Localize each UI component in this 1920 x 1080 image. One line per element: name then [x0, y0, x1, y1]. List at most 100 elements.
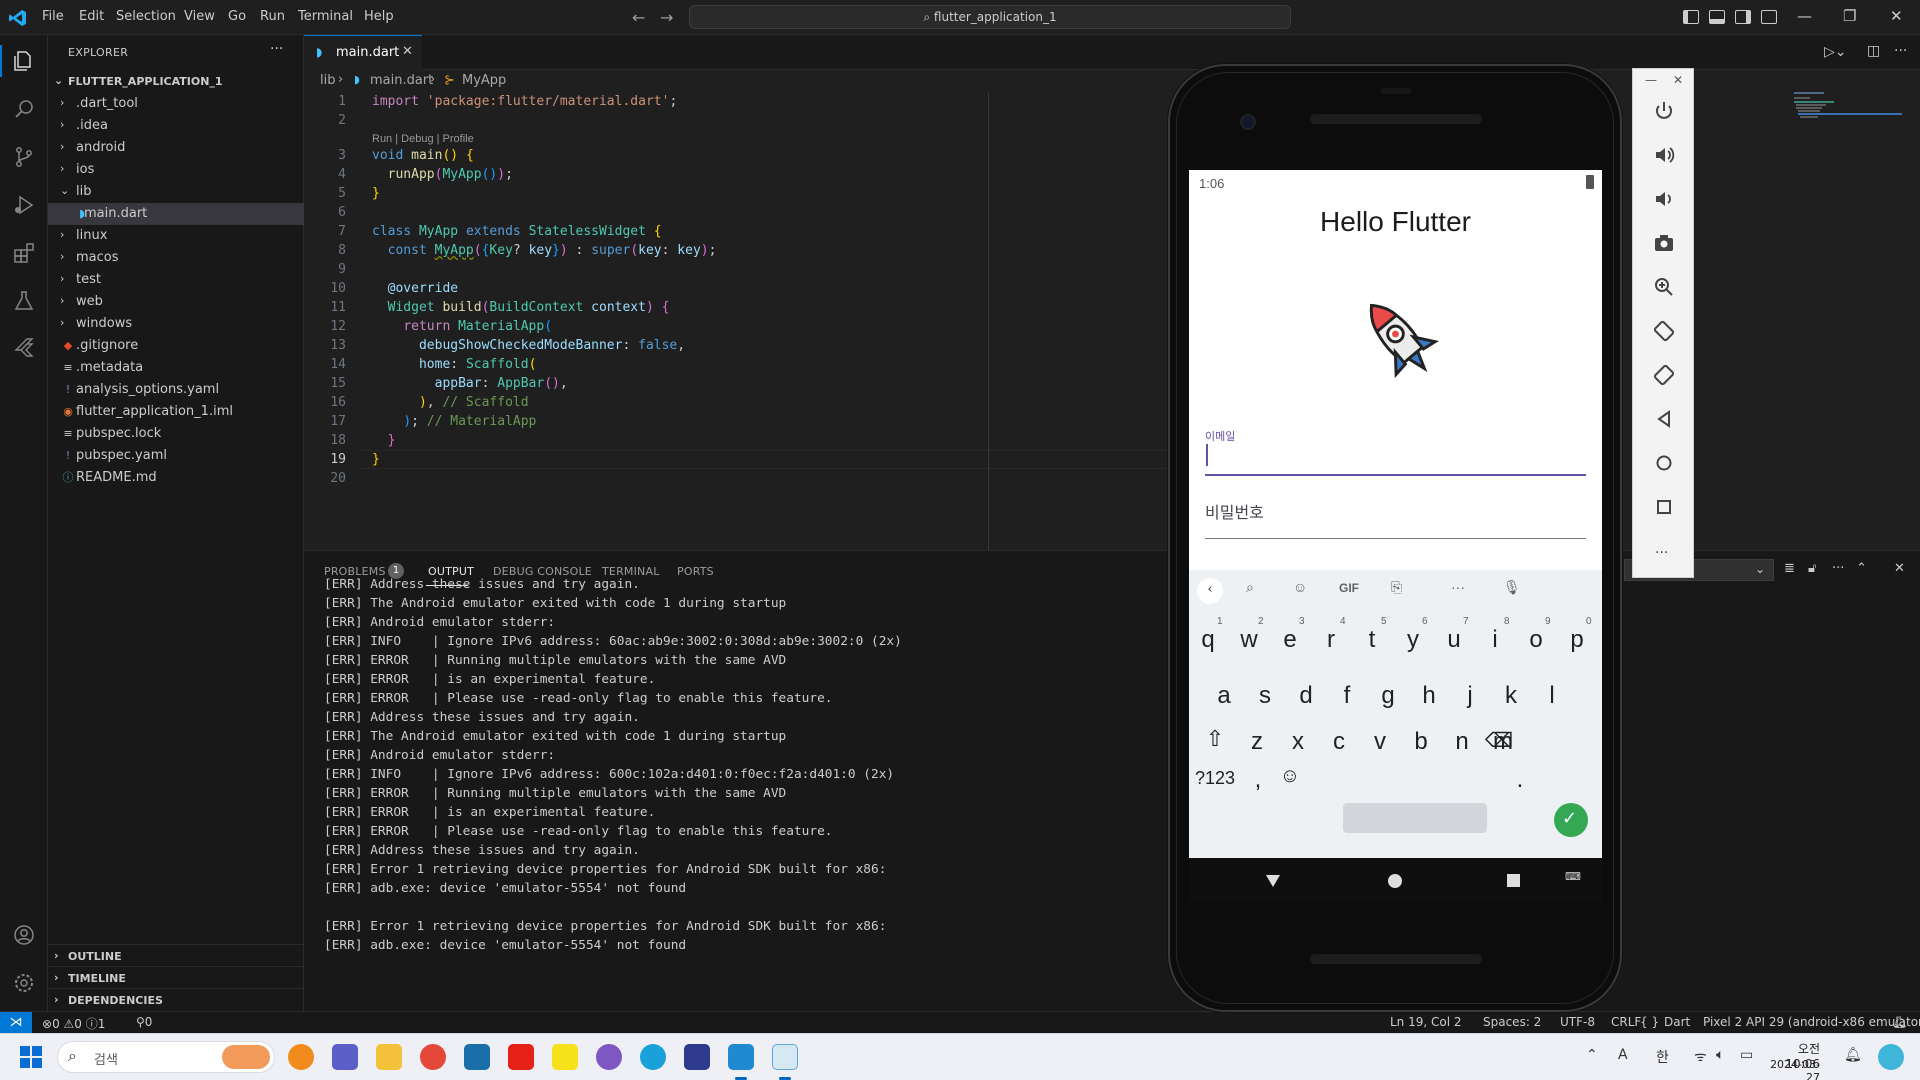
remote-window-button[interactable]: ⋊	[0, 1012, 32, 1034]
output-log[interactable]: [ERR] Address these issues and try again…	[324, 575, 902, 955]
problems-status[interactable]: ⊗0 ⚠0 ⓘ1	[42, 1015, 105, 1032]
file-explorer-icon[interactable]	[376, 1044, 402, 1070]
search-icon[interactable]	[12, 97, 36, 121]
rotate-right-icon[interactable]	[1652, 363, 1676, 387]
comma-key[interactable]: ,	[1243, 766, 1273, 794]
ports-status[interactable]: ⚲0	[136, 1015, 152, 1029]
run-and-debug-icon[interactable]	[12, 193, 36, 217]
sidebar-item-metadata[interactable]: ≡ .metadata	[48, 357, 304, 379]
clock-date[interactable]: 2024-03-27	[1760, 1058, 1820, 1080]
forward-arrow-icon[interactable]: →	[660, 8, 673, 27]
chrome-icon[interactable]	[420, 1044, 446, 1070]
more-actions-icon[interactable]: ···	[270, 41, 283, 57]
sticker-icon[interactable]: ☺	[1293, 579, 1307, 595]
toggle-primary-sidebar-icon[interactable]	[1683, 10, 1699, 24]
breadcrumb-lib[interactable]: lib	[320, 73, 335, 88]
ime-font-indicator[interactable]: A	[1618, 1047, 1628, 1063]
taskbar-search[interactable]: ⌕ 검색	[57, 1041, 275, 1073]
line-ending[interactable]: CRLF	[1611, 1015, 1641, 1029]
emulator-close-icon[interactable]: ✕	[1673, 73, 1683, 87]
panel-more-actions-icon[interactable]: ···	[1832, 561, 1844, 576]
sidebar-item-test[interactable]: › test	[48, 269, 304, 291]
sidebar-item-gitignore[interactable]: ◆ .gitignore	[48, 335, 304, 357]
notifications-bell-icon[interactable]: 🔔︎	[1892, 1015, 1907, 1029]
key-h[interactable]: h	[1414, 682, 1444, 710]
collapse-toolbar-icon[interactable]: ‹	[1197, 578, 1223, 604]
show-hidden-icons-icon[interactable]: ⌃	[1586, 1047, 1598, 1063]
camera-screenshot-icon[interactable]	[1652, 231, 1676, 255]
teams-chat-icon[interactable]	[332, 1044, 358, 1070]
close-window-button[interactable]: ✕	[1890, 7, 1903, 25]
menu-terminal[interactable]: Terminal	[298, 9, 353, 24]
menu-help[interactable]: Help	[364, 9, 394, 24]
close-tab-icon[interactable]: ✕	[402, 44, 413, 59]
source-control-icon[interactable]	[12, 145, 36, 169]
close-panel-icon[interactable]: ✕	[1894, 561, 1905, 576]
cursor-position[interactable]: Ln 19, Col 2	[1390, 1015, 1462, 1029]
shift-key-icon[interactable]: ⇧	[1200, 726, 1230, 752]
windows-start-icon[interactable]	[20, 1046, 42, 1068]
key-p[interactable]: p	[1562, 626, 1592, 654]
accounts-icon[interactable]	[12, 923, 36, 947]
key-c[interactable]: c	[1324, 728, 1354, 756]
key-m[interactable]: m	[1488, 728, 1518, 756]
sidebar-item-lib[interactable]: ⌄ lib	[48, 181, 304, 203]
sidebar-item-idea[interactable]: › .idea	[48, 115, 304, 137]
testing-flask-icon[interactable]	[12, 289, 36, 313]
minimap[interactable]	[1794, 92, 1904, 162]
enter-key[interactable]: ✓	[1554, 803, 1588, 837]
volume-up-icon[interactable]	[1652, 143, 1676, 167]
gif-button[interactable]: GIF	[1339, 581, 1359, 595]
editor-more-actions-icon[interactable]: ···	[1894, 43, 1907, 59]
key-e[interactable]: e	[1275, 626, 1305, 654]
outline-section[interactable]: › OUTLINE	[48, 944, 304, 966]
dependencies-section[interactable]: › DEPENDENCIES	[48, 988, 304, 1010]
key-d[interactable]: d	[1291, 682, 1321, 710]
menu-file[interactable]: File	[42, 9, 64, 24]
split-editor-icon[interactable]: ◫	[1867, 43, 1880, 59]
vscode-taskbar-icon[interactable]	[728, 1044, 754, 1070]
period-key[interactable]: .	[1505, 766, 1535, 794]
keyboard-more-icon[interactable]: ···	[1451, 579, 1465, 595]
home-circle-icon[interactable]	[1652, 451, 1676, 475]
nav-back-icon[interactable]	[1265, 874, 1281, 888]
filter-lines-icon[interactable]: ≣	[1784, 561, 1795, 576]
key-r[interactable]: r	[1316, 626, 1346, 654]
lock-scroll-icon[interactable]: 🔓︎	[1808, 561, 1816, 576]
tab-main-dart[interactable]: ◗ main.dart ✕	[304, 35, 422, 70]
power-icon[interactable]	[1652, 99, 1676, 123]
emulator-minimize-icon[interactable]: —	[1645, 73, 1657, 87]
back-arrow-icon[interactable]: ←	[632, 8, 645, 27]
flutter-icon[interactable]	[12, 337, 36, 361]
taskbar-app-icon[interactable]	[596, 1044, 622, 1070]
breadcrumb-main-dart[interactable]: main.dart	[370, 73, 433, 88]
sidebar-item-readme-md[interactable]: ⓘ README.md	[48, 467, 304, 489]
key-f[interactable]: f	[1332, 682, 1362, 710]
rotate-left-icon[interactable]	[1652, 319, 1676, 343]
key-i[interactable]: i	[1480, 626, 1510, 654]
taskbar-app-icon[interactable]	[288, 1044, 314, 1070]
translate-icon[interactable]: ⎘	[1391, 579, 1402, 596]
vscode-logo-icon[interactable]	[8, 8, 28, 28]
symbols-key[interactable]: ?123	[1193, 768, 1237, 789]
sidebar-item-analysis-options-yaml[interactable]: ! analysis_options.yaml	[48, 379, 304, 401]
password-field[interactable]	[1205, 538, 1586, 539]
keyboard-switch-icon[interactable]: ⌨	[1565, 870, 1581, 883]
device-screen[interactable]: 1:06 Hello Flutter 이메일 비밀번호 ‹ ⌕ ☺ GIF ⎘ …	[1189, 170, 1602, 858]
sidebar-item-linux[interactable]: › linux	[48, 225, 304, 247]
zoom-icon[interactable]	[1652, 275, 1676, 299]
ime-language-indicator[interactable]: 한	[1656, 1047, 1669, 1067]
menu-edit[interactable]: Edit	[79, 9, 104, 24]
sidebar-item-macos[interactable]: › macos	[48, 247, 304, 269]
emulator-taskbar-icon[interactable]	[772, 1044, 798, 1070]
battery-tray-icon[interactable]: ▭	[1740, 1047, 1753, 1063]
nav-home-icon[interactable]	[1388, 874, 1402, 888]
key-s[interactable]: s	[1250, 682, 1280, 710]
key-o[interactable]: o	[1521, 626, 1551, 654]
key-t[interactable]: t	[1357, 626, 1387, 654]
indentation[interactable]: Spaces: 2	[1483, 1015, 1541, 1029]
back-triangle-icon[interactable]	[1652, 407, 1676, 431]
key-x[interactable]: x	[1283, 728, 1313, 756]
sidebar-item-flutter-application-1-iml[interactable]: ◉ flutter_application_1.iml	[48, 401, 304, 423]
key-j[interactable]: j	[1455, 682, 1485, 710]
